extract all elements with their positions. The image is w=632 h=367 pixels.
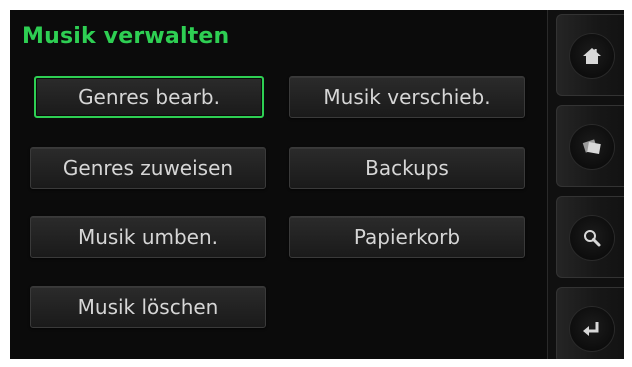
- albums-button[interactable]: [556, 105, 624, 187]
- search-button[interactable]: [556, 196, 624, 278]
- albums-icon: [570, 125, 614, 169]
- rename-music-button[interactable]: Musik umben.: [30, 216, 266, 258]
- search-icon: [570, 216, 614, 260]
- delete-music-button[interactable]: Musik löschen: [30, 286, 266, 328]
- edit-genres-button[interactable]: Genres bearb.: [34, 76, 264, 118]
- trash-button[interactable]: Papierkorb: [289, 216, 525, 258]
- return-icon: [570, 307, 614, 351]
- page-title: Musik verwalten: [22, 24, 230, 49]
- home-icon: [570, 34, 614, 78]
- sidebar: [547, 10, 624, 359]
- home-button[interactable]: [556, 14, 624, 96]
- backups-button[interactable]: Backups: [289, 147, 525, 189]
- assign-genres-button[interactable]: Genres zuweisen: [30, 147, 266, 189]
- device-screen: Musik verwalten Genres bearb. Genres zuw…: [10, 10, 624, 359]
- return-button[interactable]: [556, 287, 624, 359]
- move-music-button[interactable]: Musik verschieb.: [289, 76, 525, 118]
